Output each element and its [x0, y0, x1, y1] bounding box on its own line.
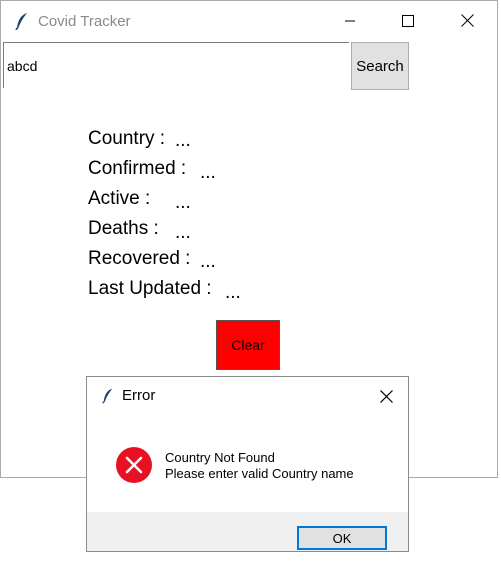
dialog-message-line1: Country Not Found: [165, 450, 275, 465]
close-icon: [379, 388, 393, 407]
dialog-message-line2: Please enter valid Country name: [165, 466, 354, 481]
country-value: ...: [175, 130, 191, 151]
search-input[interactable]: [3, 42, 349, 88]
clear-button[interactable]: Clear: [216, 320, 280, 370]
ok-button[interactable]: OK: [297, 526, 387, 550]
window-title: Covid Tracker: [38, 13, 131, 30]
deaths-value: ...: [175, 222, 191, 243]
minimize-icon: [344, 12, 356, 31]
close-button[interactable]: [444, 1, 490, 41]
country-label: Country :: [88, 128, 166, 149]
search-button[interactable]: Search: [351, 42, 409, 90]
maximize-icon: [402, 12, 414, 31]
dialog-footer: OK: [87, 512, 408, 551]
feather-icon: [15, 12, 29, 34]
active-value: ...: [175, 192, 191, 213]
confirmed-label: Confirmed :: [88, 158, 187, 179]
last-updated-label: Last Updated :: [88, 278, 212, 299]
dialog-message: Country Not Found Please enter valid Cou…: [165, 450, 354, 482]
dialog-close-button[interactable]: [374, 385, 398, 409]
confirmed-value: ...: [200, 162, 216, 183]
active-label: Active :: [88, 188, 151, 209]
recovered-value: ...: [200, 251, 216, 272]
error-dialog: Error Country Not Found Please enter val…: [86, 376, 409, 552]
feather-icon: [102, 387, 114, 408]
error-icon: [115, 446, 153, 488]
title-bar[interactable]: Covid Tracker: [1, 1, 497, 41]
dialog-title: Error: [122, 387, 156, 404]
maximize-button[interactable]: [385, 1, 431, 41]
last-updated-value: ...: [225, 282, 241, 303]
close-icon: [460, 12, 474, 31]
minimize-button[interactable]: [327, 1, 373, 41]
deaths-label: Deaths :: [88, 218, 159, 239]
recovered-label: Recovered :: [88, 248, 191, 269]
